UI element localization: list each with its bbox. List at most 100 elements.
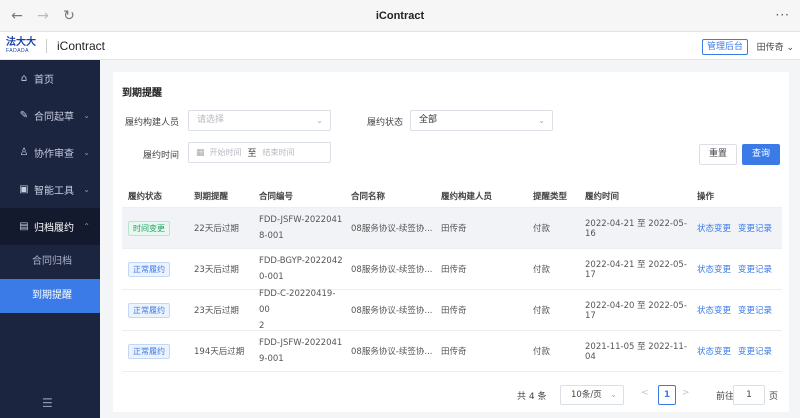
creator-cell: 田传奇 [441,224,467,234]
date-range-picker[interactable]: ▦ 开始时间 至 结束时间 [188,142,331,163]
column-header: 到期提醒 [194,191,229,202]
contract-code-line: FDD-JSFW-2022041 [259,215,343,225]
change-log-link[interactable]: 变更记录 [738,306,772,316]
contract-code-cell: FDD-JSFW-2022041 8-001 [253,212,345,244]
sidebar-item-collab-review[interactable]: ♙ 协作审查 ⌄ [0,134,100,171]
creator-filter-label: 履约构建人员 [124,118,179,128]
status-badge: 正常履约 [128,302,170,318]
contract-code-cell: FDD-C-20220419-00 2 [253,286,345,334]
change-log-link[interactable]: 变更记录 [738,265,772,275]
column-header: 履约时间 [585,191,620,202]
perform-time-cell: 2022-04-21 至 2022-05-17 [585,260,687,280]
chevron-down-icon: ⌄ [610,390,617,399]
contract-name-cell: 08服务协议-续签协... [351,265,433,275]
perform-time-cell: 2022-04-20 至 2022-05-17 [585,301,687,321]
column-header: 合同名称 [351,191,386,202]
logo-text-cn: 法大大 [6,36,36,48]
change-status-link[interactable]: 状态变更 [697,265,731,275]
status-select[interactable]: 全部 ⌄ [410,110,553,131]
status-badge: 正常履约 [128,261,170,277]
archive-icon: ▤ [19,221,29,232]
sidebar-item-label: 归档履约 [34,223,74,234]
change-status-link[interactable]: 状态变更 [697,306,731,316]
prev-page-icon[interactable]: < [641,388,649,398]
contract-name-cell: 08服务协议-续签协... [351,306,433,316]
reset-button[interactable]: 重置 [699,144,737,165]
contract-code-cell: FDD-JSFW-2022041 9-001 [253,335,345,367]
sidebar-item-label: 首页 [34,75,54,86]
creator-cell: 田传奇 [441,306,467,316]
browser-toolbar: ← → ↻ iContract ··· [0,0,800,32]
table-row[interactable]: 正常履约 23天后过期 FDD-C-20220419-00 2 08服务协议-续… [122,289,782,331]
operations-cell: 状态变更 变更记录 [691,304,782,316]
expiry-remind-cell: 23天后过期 [194,306,239,316]
sidebar-item-archive-performance[interactable]: ▤ 归档履约 ⌃ [0,208,100,245]
page-size-select[interactable]: 10条/页 ⌄ [560,385,624,405]
more-options-icon[interactable]: ··· [776,8,790,22]
sidebar-item-label: 合同起草 [34,112,74,123]
table-row[interactable]: 正常履约 194天后过期 FDD-JSFW-2022041 9-001 08服务… [122,331,782,372]
page-title: 到期提醒 [122,88,162,99]
home-icon: ⌂ [20,73,28,84]
contract-code-line: 0-001 [259,272,284,282]
user-review-icon: ♙ [19,147,29,158]
header-divider [46,38,47,53]
page-size-value: 10条/页 [571,390,602,400]
contract-code-line: 8-001 [259,231,284,241]
query-button[interactable]: 查询 [742,144,780,165]
status-select-value: 全部 [419,115,438,125]
main-content: 到期提醒 履约构建人员 请选择 ⌄ 履约状态 全部 ⌄ 履约时间 ▦ 开始时间 … [113,72,789,412]
creator-cell: 田传奇 [441,347,467,357]
browser-title: iContract [375,9,425,22]
contract-code-cell: FDD-BGYP-2022042 0-001 [253,253,345,285]
back-arrow-icon[interactable]: ← [4,8,30,24]
status-filter-label: 履约状态 [366,118,403,128]
sidebar-item-smart-tools[interactable]: ▣ 智能工具 ⌄ [0,171,100,208]
goto-suffix: 页 [769,392,779,402]
change-log-link[interactable]: 变更记录 [738,224,772,234]
forward-arrow-icon[interactable]: → [30,8,56,24]
contract-code-line: FDD-C-20220419-00 [259,289,336,315]
sidebar-subitem-expiry-reminder[interactable]: 到期提醒 [0,279,100,313]
table-row[interactable]: 正常履约 23天后过期 FDD-BGYP-2022042 0-001 08服务协… [122,249,782,290]
goto-page-input[interactable]: 1 [733,385,765,405]
expiry-remind-cell: 23天后过期 [194,265,239,275]
sidebar-item-home[interactable]: ⌂ 首页 [0,60,100,97]
reload-icon[interactable]: ↻ [56,8,82,24]
column-header: 履约构建人员 [441,191,493,202]
change-log-link[interactable]: 变更记录 [738,347,772,357]
sidebar-subitem-contract-archive[interactable]: 合同归档 [0,245,100,279]
sidebar-item-contract-draft[interactable]: ✎ 合同起草 ⌄ [0,97,100,134]
expiry-remind-cell: 194天后过期 [194,347,245,357]
contract-name-cell: 08服务协议-续签协... [351,224,433,234]
next-page-icon[interactable]: > [682,388,690,398]
goto-prefix: 前往 [716,392,735,402]
column-header: 履约状态 [128,191,163,202]
contract-code-line: 2 [259,321,265,331]
remind-type-cell: 付款 [533,265,551,275]
fadada-logo[interactable]: 法大大 FADADA [6,36,36,54]
chevron-up-icon: ⌃ [83,222,90,231]
table-row[interactable]: 时间变更 22天后过期 FDD-JSFW-2022041 8-001 08服务协… [122,208,782,249]
end-date-input[interactable]: 结束时间 [263,147,295,158]
user-menu[interactable]: 田传奇 ⌄ [757,40,794,53]
calendar-icon: ▦ [196,147,205,158]
contract-code-line: 9-001 [259,354,284,364]
page-number-button[interactable]: 1 [658,385,676,405]
change-status-link[interactable]: 状态变更 [697,224,731,234]
column-header: 合同编号 [259,191,294,202]
start-date-input[interactable]: 开始时间 [210,147,242,158]
admin-console-button[interactable]: 管理后台 [701,39,748,55]
pagination: 共 4 条 10条/页 ⌄ < 1 > 前往 1 页 [113,383,789,407]
column-header: 提醒类型 [533,191,568,202]
chevron-down-icon: ⌄ [83,111,90,120]
app-name: iContract [57,38,106,53]
chevron-down-icon: ⌄ [786,43,794,53]
change-status-link[interactable]: 状态变更 [697,347,731,357]
user-name: 田传奇 [756,43,784,53]
chevron-down-icon: ⌄ [316,116,323,125]
app-header: 法大大 FADADA iContract 管理后台 田传奇 ⌄ [0,32,800,60]
table-header: 履约状态 到期提醒 合同编号 合同名称 履约构建人员 提醒类型 履约时间 操作 [122,184,782,208]
creator-select[interactable]: 请选择 ⌄ [188,110,331,131]
collapse-menu-icon[interactable]: ☰ [42,396,53,410]
